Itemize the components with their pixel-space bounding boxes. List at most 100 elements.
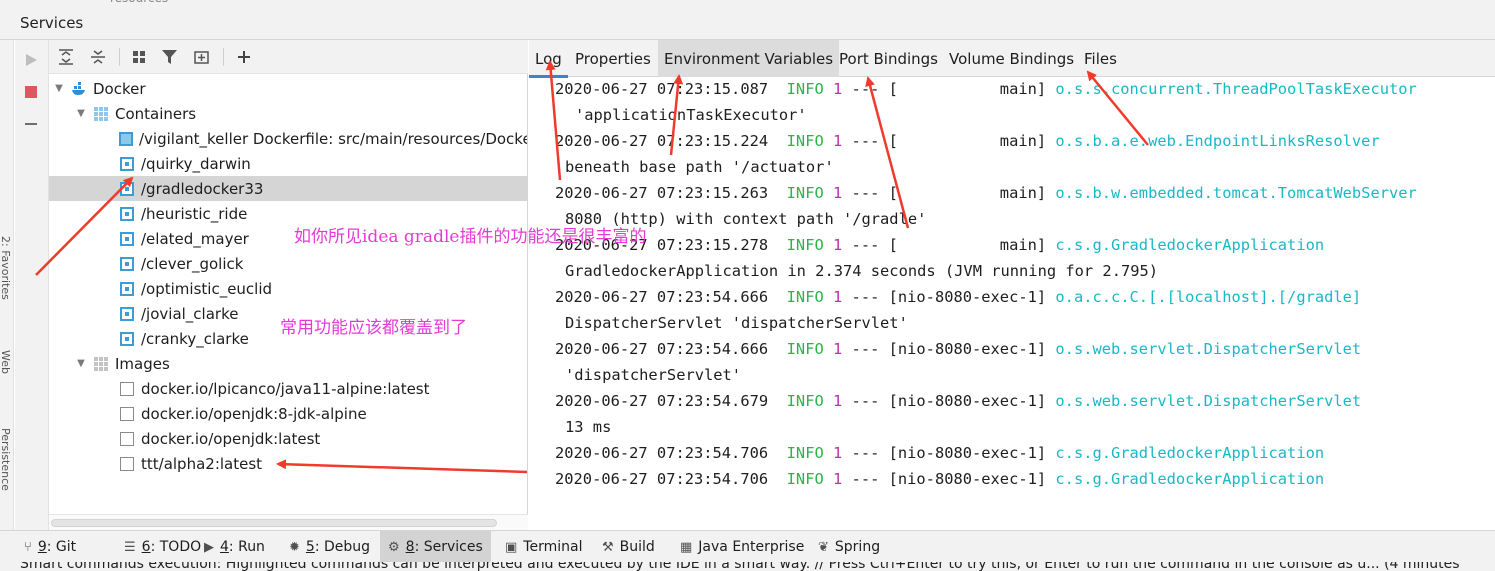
tool-window-label: Spring [834,539,881,555]
chevron-down-icon[interactable]: ▼ [53,83,65,94]
tree-horizontal-scrollbar[interactable] [49,514,528,530]
services-title-bar: Services [0,6,1495,40]
java-enterprise-icon: ▦ [680,539,693,555]
tab-port-bindings[interactable]: Port Bindings [833,40,944,77]
remove-icon[interactable] [23,116,39,132]
container-icon [119,206,135,222]
add-icon[interactable] [235,48,253,66]
tree-label-images: Images [115,354,170,373]
container-name: /gradledocker33 [141,179,264,198]
tab-volume-bindings-label: Volume Bindings [949,49,1075,68]
image-row[interactable]: ttt/alpha2:latest [49,451,527,476]
container-row[interactable]: /quirky_darwin [49,151,527,176]
scrollbar-thumb[interactable] [51,519,497,527]
bottom-tool-bar: ⑂ 9: Git ☰ 6: TODO ▶ 4: Run ✹ 5: Debug ⚙ 8: Servi… [0,530,1495,563]
log-line-continuation: DispatcherServlet 'dispatcherServlet' [565,314,908,332]
container-row[interactable]: /optimistic_euclid [49,276,527,301]
chevron-down-icon[interactable]: ▼ [75,358,87,369]
container-name: /elated_mayer [141,229,249,248]
tool-window-label: : Run [228,539,265,555]
image-name: docker.io/openjdk:8-jdk-alpine [141,404,367,423]
container-icon [119,181,135,197]
tree-node-images[interactable]: ▼ Images [49,351,527,376]
todo-icon: ☰ [124,539,136,555]
tab-volume-bindings[interactable]: Volume Bindings [943,40,1080,77]
terminal-icon: ▣ [505,539,518,555]
tool-window-label: : Debug [314,539,371,555]
tool-window-java-enterprise[interactable]: ▦ Java Enterprise [672,531,812,563]
log-line: 2020-06-27 07:23:15.087 INFO 1 --- [ mai… [555,80,1417,98]
tool-window-label: Java Enterprise [698,539,805,555]
container-row[interactable]: /clever_golick [49,251,527,276]
log-line-continuation: 13 ms [565,418,612,436]
tab-files-label: Files [1084,49,1117,68]
tree-node-containers[interactable]: ▼ Containers [49,101,527,126]
web-tab[interactable]: Web [0,350,12,374]
tab-properties[interactable]: Properties [569,40,657,77]
left-tool-strip: 2: Favorites Web Persistence [0,40,14,530]
spring-icon: ❦ [818,539,829,555]
services-tree: ▼ Docker ▼ Containers /vigilant_keller D… [49,74,528,514]
image-row[interactable]: docker.io/openjdk:8-jdk-alpine [49,401,527,426]
log-line-continuation: GradledockerApplication in 2.374 seconds… [565,262,1159,280]
image-name: ttt/alpha2:latest [141,454,263,473]
container-name: /cranky_clarke [141,329,249,348]
tab-properties-label: Properties [575,49,651,68]
container-name: /clever_golick [141,254,244,273]
status-bar: Smart commands execution: Highlighted co… [0,562,1495,571]
image-icon [119,406,135,422]
tool-window-git[interactable]: ⑂ 9: Git [16,531,84,563]
tool-window-terminal[interactable]: ▣ Terminal [497,531,590,563]
container-icon [119,281,135,297]
log-line-continuation: 'applicationTaskExecutor' [575,106,807,124]
top-fragment: resources [110,0,168,5]
detail-tabs: Log Properties Environment Variables Por… [529,40,1495,78]
expand-all-icon[interactable] [57,48,75,66]
docker-icon [71,81,87,97]
container-icon [119,331,135,347]
tool-window-services[interactable]: ⚙ 8: Services [380,531,491,563]
tool-window-label: Terminal [523,539,583,555]
persistence-tab[interactable]: Persistence [0,428,12,491]
log-console[interactable]: 2020-06-27 07:23:15.087 INFO 1 --- [ mai… [529,78,1495,530]
containers-group-icon [93,106,109,122]
favorites-tab[interactable]: 2: Favorites [0,236,12,300]
tab-log[interactable]: Log [529,40,568,78]
service-actions-toolbar [15,40,49,530]
log-line: 2020-06-27 07:23:15.278 INFO 1 --- [ mai… [555,236,1325,254]
tab-log-label: Log [535,49,562,68]
tab-port-bindings-label: Port Bindings [839,49,939,68]
tree-toolbar [49,40,528,74]
tool-window-debug[interactable]: ✹ 5: Debug [281,531,378,563]
tool-window-spring[interactable]: ❦ Spring [810,531,888,563]
image-icon [119,381,135,397]
images-group-icon [93,356,109,372]
container-row-selected[interactable]: /gradledocker33 [49,176,527,201]
tab-environment-variables-label: Environment Variables [664,49,834,68]
collapse-all-icon[interactable] [89,48,107,66]
tool-window-label: : TODO [150,539,202,555]
chevron-down-icon[interactable]: ▼ [75,108,87,119]
tab-files[interactable]: Files [1078,40,1123,77]
tool-window-build[interactable]: ⚒ Build [594,531,663,563]
image-name: docker.io/openjdk:latest [141,429,321,448]
log-line: 2020-06-27 07:23:54.666 INFO 1 --- [nio-… [555,340,1362,358]
container-icon [119,256,135,272]
image-row[interactable]: docker.io/openjdk:latest [49,426,527,451]
tree-node-docker[interactable]: ▼ Docker [49,76,527,101]
group-icon[interactable] [131,48,149,66]
log-line: 2020-06-27 07:23:15.263 INFO 1 --- [ mai… [555,184,1417,202]
status-message: Smart commands execution: Highlighted co… [20,562,1460,571]
tool-window-run[interactable]: ▶ 4: Run [196,531,273,563]
new-tab-icon[interactable] [193,48,211,66]
tab-environment-variables[interactable]: Environment Variables [658,40,840,77]
tool-window-label: : Git [46,539,77,555]
run-icon[interactable] [23,52,39,68]
stop-icon[interactable] [23,84,39,100]
image-icon [119,456,135,472]
tree-label-containers: Containers [115,104,197,123]
filter-icon[interactable] [161,48,179,66]
container-row[interactable]: /vigilant_keller Dockerfile: src/main/re… [49,126,527,151]
container-icon [119,231,135,247]
image-row[interactable]: docker.io/lpicanco/java11-alpine:latest [49,376,527,401]
